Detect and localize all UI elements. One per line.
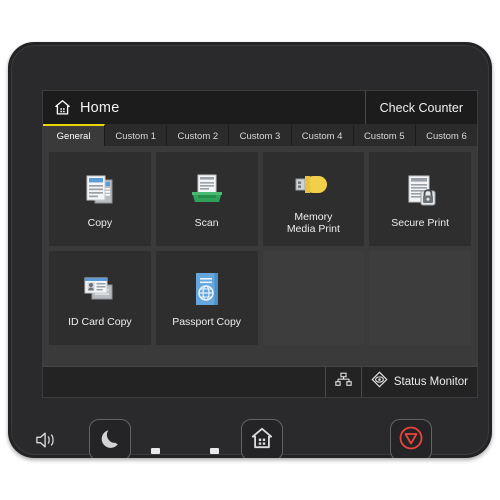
tab-bar: General Custom 1 Custom 2 Custom 3 Custo…: [43, 124, 477, 146]
network-icon: [335, 372, 352, 393]
scanner-tray-icon: [187, 169, 227, 213]
tile-empty-slot[interactable]: [262, 251, 365, 345]
page-title: Home: [80, 99, 120, 116]
tile-memory-media-print[interactable]: Memory Media Print: [262, 152, 365, 246]
tab-custom-3[interactable]: Custom 3: [229, 124, 292, 146]
home-breadcrumb[interactable]: Home: [43, 91, 365, 124]
tile-passport-copy[interactable]: Passport Copy: [155, 251, 258, 345]
copy-documents-icon: [80, 169, 120, 213]
home-icon: [250, 426, 274, 455]
network-status-button[interactable]: [324, 367, 361, 397]
lcd-screen: Home Check Counter General Custom 1 Cust…: [42, 90, 478, 398]
check-counter-label: Check Counter: [379, 100, 463, 115]
tile-secure-print[interactable]: Secure Print: [369, 152, 471, 246]
tab-label: Custom 4: [301, 130, 343, 142]
sleep-button[interactable]: [89, 419, 131, 458]
function-grid-area: Copy Scan Memory Media Print Secure Prin…: [43, 146, 477, 366]
check-counter-button[interactable]: Check Counter: [364, 91, 477, 124]
tab-label: Custom 6: [426, 130, 467, 142]
document-lock-icon: [400, 169, 440, 213]
tab-custom-5[interactable]: Custom 5: [353, 124, 416, 146]
tile-label: Passport Copy: [172, 315, 242, 328]
stop-button[interactable]: [390, 419, 432, 458]
tab-label: Custom 1: [115, 130, 157, 142]
tile-scan[interactable]: Scan: [155, 152, 258, 246]
tab-label: Custom 3: [239, 130, 281, 142]
status-monitor-label: Status Monitor: [393, 376, 468, 388]
status-monitor-icon: [371, 371, 388, 393]
tab-label: Custom 2: [177, 130, 219, 142]
tile-label: Secure Print: [391, 216, 450, 229]
home-icon: [54, 99, 71, 116]
tile-label: ID Card Copy: [68, 315, 132, 328]
stop-icon: [398, 425, 424, 456]
status-bar: Status Monitor: [43, 366, 477, 397]
home-button[interactable]: [241, 419, 283, 458]
speaker-icon: [34, 430, 58, 450]
tab-custom-1[interactable]: Custom 1: [105, 124, 168, 146]
tile-label: Copy: [87, 216, 113, 229]
tab-label: Custom 5: [363, 130, 405, 142]
device-bezel: Home Check Counter General Custom 1 Cust…: [11, 45, 489, 458]
passport-booklet-icon: [190, 268, 224, 312]
function-grid: Copy Scan Memory Media Print Secure Prin…: [49, 152, 471, 345]
tile-label: Memory Media Print: [286, 210, 340, 235]
tile-empty-slot[interactable]: [369, 251, 471, 345]
status-monitor-button[interactable]: Status Monitor: [360, 367, 477, 397]
tab-custom-6[interactable]: Custom 6: [415, 124, 477, 146]
tile-id-card-copy[interactable]: ID Card Copy: [49, 251, 151, 345]
panel-notch: [210, 448, 219, 454]
tab-custom-2[interactable]: Custom 2: [167, 124, 230, 146]
printer-control-panel: Home Check Counter General Custom 1 Cust…: [8, 42, 492, 458]
sleep-moon-icon: [98, 426, 122, 455]
usb-drive-icon: [292, 163, 334, 207]
tab-custom-4[interactable]: Custom 4: [291, 124, 354, 146]
tile-copy[interactable]: Copy: [49, 152, 151, 246]
screen-header: Home Check Counter: [43, 91, 477, 124]
tab-label: General: [56, 130, 91, 142]
id-card-icon: [79, 268, 121, 312]
panel-notch: [151, 448, 160, 454]
tile-label: Scan: [194, 216, 219, 229]
tab-general[interactable]: General: [43, 124, 106, 146]
